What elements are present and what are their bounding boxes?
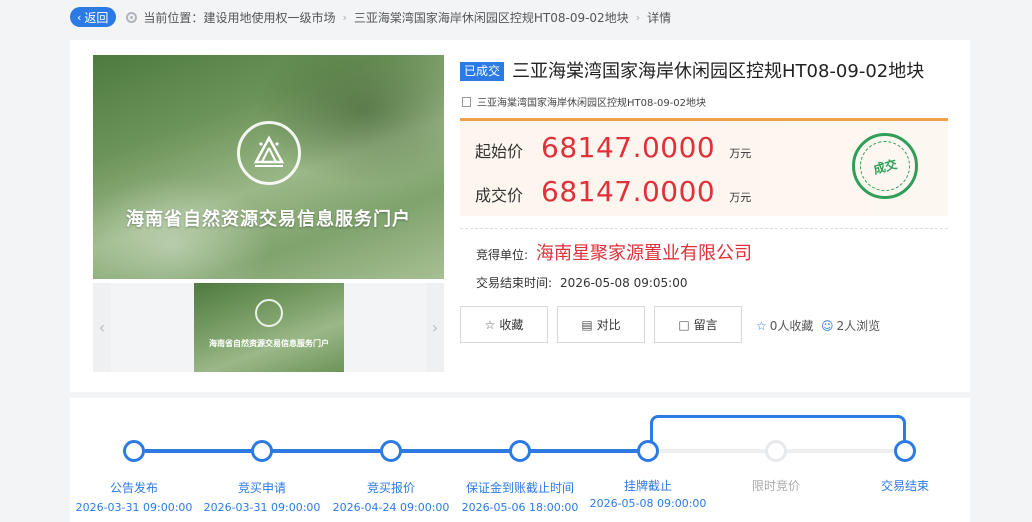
timeline-node <box>380 440 402 462</box>
portal-logo-icon <box>237 121 301 185</box>
breadcrumb-prefix: 当前位置： <box>143 10 204 25</box>
start-price-value: 68147.0000 <box>541 131 716 164</box>
favorites-stat: ☆ 0人收藏 <box>756 317 813 334</box>
winner-row: 竞得单位: 海南星聚家源置业有限公司 <box>476 239 752 265</box>
thumbnail-strip: ‹ 海南省自然资源交易信息服务门户 › <box>93 283 444 372</box>
divider <box>460 228 948 229</box>
favorites-count: 0人收藏 <box>769 319 814 333</box>
views-stat: ☺ 2人浏览 <box>821 317 880 334</box>
timeline-date: 2026-05-06 18:00:00 <box>461 501 579 514</box>
timeline-date: 2026-03-31 09:00:00 <box>203 501 321 514</box>
end-time-row: 交易结束时间: 2026-05-08 09:05:00 <box>476 274 688 291</box>
end-time-label: 交易结束时间: <box>476 276 553 290</box>
chevron-right-icon: › <box>342 10 347 24</box>
deal-price-row: 成交价 68147.0000 万元 <box>475 175 751 208</box>
timeline-label: 限时竞价 <box>751 479 800 493</box>
timeline-node <box>251 440 273 462</box>
price-box: 起始价 68147.0000 万元 成交价 68147.0000 万元 成交 <box>460 118 948 216</box>
deal-stamp: 成交 <box>852 133 918 199</box>
end-time-value: 2026-05-08 09:05:00 <box>560 276 688 290</box>
timeline-label: 公告发布 <box>109 481 158 495</box>
deal-price-value: 68147.0000 <box>541 175 716 208</box>
timeline-node <box>637 440 659 462</box>
back-label: 返回 <box>84 10 109 25</box>
winner-label: 竞得单位: <box>476 248 529 262</box>
timeline-node-pending <box>765 440 787 462</box>
start-price-label: 起始价 <box>475 142 524 161</box>
star-icon: ☆ <box>484 317 496 332</box>
lot-detail-card: 海南省自然资源交易信息服务门户 ‹ 海南省自然资源交易信息服务门户 › 已成交 … <box>70 40 970 392</box>
breadcrumb-item-detail: 详情 <box>647 10 672 25</box>
compare-label: 对比 <box>596 318 621 332</box>
timeline-label: 竞买报价 <box>366 481 415 495</box>
timeline-label: 保证金到账截止时间 <box>465 481 574 495</box>
chevron-left-icon: ‹ <box>77 10 82 24</box>
location-icon <box>126 11 138 23</box>
banner-text: 海南省自然资源交易信息服务门户 <box>126 209 411 230</box>
star-icon: ☆ <box>756 318 767 333</box>
timeline-date: 2026-05-08 09:00:00 <box>589 497 707 510</box>
compare-button[interactable]: ▤ 对比 <box>557 306 645 343</box>
message-label: 留言 <box>693 318 718 332</box>
deal-price-label: 成交价 <box>475 186 524 205</box>
timeline-node <box>894 440 916 462</box>
thumbnail-text: 海南省自然资源交易信息服务门户 <box>209 339 329 348</box>
views-count: 2人浏览 <box>836 319 881 333</box>
deal-stamp-text: 成交 <box>854 135 916 197</box>
book-icon: ▤ <box>581 317 593 332</box>
deal-price-unit: 万元 <box>729 191 752 204</box>
timeline-label: 竞买申请 <box>237 481 286 495</box>
progress-timeline: 公告发布 竞买申请 竞买报价 保证金到账截止时间 挂牌截止 限时竞价 交易结束 … <box>70 398 970 522</box>
timeline-node <box>509 440 531 462</box>
document-icon <box>462 96 471 107</box>
user-icon: ☺ <box>821 318 834 333</box>
message-button[interactable]: □ 留言 <box>654 306 742 343</box>
breadcrumb: ‹ 返回 当前位置： 建设用地使用权一级市场 › 三亚海棠湾国家海岸休闲园区控规… <box>70 6 671 28</box>
timeline-label: 挂牌截止 <box>623 479 672 493</box>
favorite-label: 收藏 <box>499 318 524 332</box>
status-badge: 已成交 <box>460 62 505 81</box>
timeline-node <box>123 440 145 462</box>
favorite-button[interactable]: ☆ 收藏 <box>460 306 548 343</box>
start-price-row: 起始价 68147.0000 万元 <box>475 131 751 164</box>
winner-value: 海南星聚家源置业有限公司 <box>536 243 753 264</box>
chevron-left-icon[interactable]: ‹ <box>93 283 111 372</box>
start-price-unit: 万元 <box>729 147 752 160</box>
timeline-date: 2026-03-31 09:00:00 <box>75 501 193 514</box>
back-button[interactable]: ‹ 返回 <box>70 7 117 27</box>
message-icon: □ <box>678 317 690 332</box>
thumbnail-image[interactable]: 海南省自然资源交易信息服务门户 <box>194 283 344 372</box>
main-image: 海南省自然资源交易信息服务门户 <box>93 55 444 279</box>
breadcrumb-item-market[interactable]: 建设用地使用权一级市场 <box>203 9 335 26</box>
chevron-right-icon[interactable]: › <box>426 283 444 372</box>
timeline-label: 交易结束 <box>880 479 929 493</box>
chevron-right-icon: › <box>635 10 641 24</box>
lot-title: 三亚海棠湾国家海岸休闲园区控规HT08-09-02地块 <box>512 61 925 82</box>
lot-subtitle: 三亚海棠湾国家海岸休闲园区控规HT08-09-02地块 <box>477 98 707 109</box>
timeline-date: 2026-04-24 09:00:00 <box>332 501 450 514</box>
lot-subtitle-row: 三亚海棠湾国家海岸休闲园区控规HT08-09-02地块 <box>462 94 706 109</box>
breadcrumb-item-lot[interactable]: 三亚海棠湾国家海岸休闲园区控规HT08-09-02地块 <box>354 9 629 26</box>
portal-logo-icon <box>255 299 283 327</box>
